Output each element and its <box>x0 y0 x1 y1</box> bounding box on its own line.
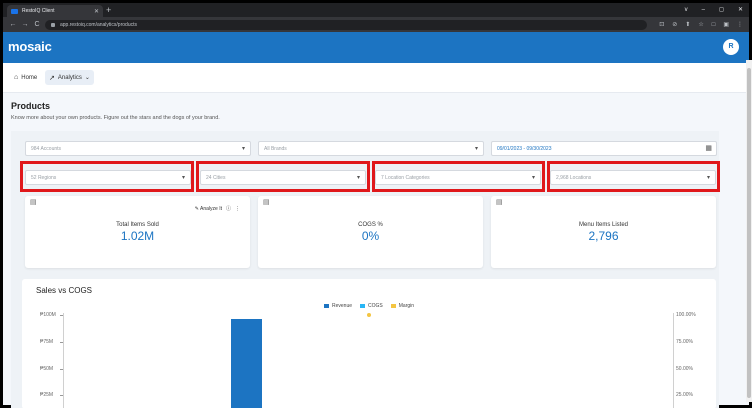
chevron-down-icon: ▾ <box>241 146 245 152</box>
browser-tab[interactable]: RestoIQ Client ✕ <box>7 5 103 17</box>
url-text: app.restoiq.com/analytics/products <box>60 22 137 28</box>
bookmark-star-icon[interactable]: ☆ <box>698 20 703 30</box>
y-tick-right: 100.00% <box>676 312 696 318</box>
page-scrollbar[interactable] <box>746 60 752 402</box>
legend-swatch <box>390 304 396 308</box>
side-panel-icon[interactable]: □ <box>712 20 716 30</box>
legend-label: Margin <box>398 303 415 309</box>
accounts-select[interactable]: 984 Accounts ▾ <box>25 141 251 156</box>
maximize-button[interactable]: ◻ <box>719 4 724 16</box>
reload-button[interactable]: C <box>31 21 43 28</box>
y-tick-left: ₱100M <box>40 312 56 318</box>
address-bar[interactable]: app.restoiq.com/analytics/products <box>45 20 647 30</box>
highlight-location-categories <box>372 161 545 192</box>
kpi-card-total-items: ▤ ✎ Analyze It ⓘ ⋮ Total Items Sold 1.02… <box>25 196 250 268</box>
y-tick-right: 25.00% <box>676 392 693 398</box>
margin-point <box>367 313 371 317</box>
revenue-bar[interactable] <box>231 319 262 408</box>
highlight-regions <box>20 161 194 192</box>
favicon-icon <box>11 8 18 14</box>
app-logo[interactable]: mosaic <box>8 39 52 54</box>
document-icon: ▤ <box>263 199 270 206</box>
nav-analytics-label: Analytics <box>57 74 82 81</box>
tab-strip: RestoIQ Client ✕ + v – ◻ ✕ <box>3 3 749 17</box>
nav-analytics[interactable]: ↗ Analytics ⌄ <box>45 70 94 85</box>
window-controls: v – ◻ ✕ <box>685 4 743 16</box>
kpi-card-cogs: ▤ COGS % 0% <box>258 196 483 268</box>
highlight-locations <box>547 161 720 192</box>
document-icon: ▤ <box>30 199 37 206</box>
y-axis-right <box>673 313 674 408</box>
toolbar-icons: ⊡ ⊘ ⬆ ☆ □ ▣ ⋮ <box>659 20 743 30</box>
tab-title: RestoIQ Client <box>22 8 55 14</box>
close-window-button[interactable]: ✕ <box>738 4 743 16</box>
browser-toolbar: ← → C app.restoiq.com/analytics/products… <box>3 17 749 32</box>
page-title: Products <box>11 101 51 111</box>
analyze-controls: ✎ Analyze It ⓘ ⋮ <box>195 205 240 213</box>
legend-swatch <box>360 304 366 308</box>
kpi-label: COGS % <box>358 222 383 228</box>
legend-label: Revenue <box>332 303 353 309</box>
y-tick-right: 50.00% <box>676 366 693 372</box>
brands-placeholder: All Brands <box>264 145 287 152</box>
nav-home-label: Home <box>21 74 38 81</box>
sales-vs-cogs-chart: Sales vs COGS Revenue COGS Margin ₱100M … <box>22 279 716 408</box>
date-range-value: 09/01/2023 - 09/30/2023 <box>497 145 552 152</box>
info-icon[interactable]: ⓘ <box>226 205 231 212</box>
legend-label: COGS <box>368 303 383 309</box>
legend-item-revenue[interactable]: Revenue <box>324 303 352 309</box>
accounts-placeholder: 984 Accounts <box>31 145 62 152</box>
scrollbar-thumb[interactable] <box>747 68 751 398</box>
date-range-input[interactable]: 09/01/2023 - 09/30/2023 ▦ <box>491 141 717 156</box>
trend-icon: ↗ <box>49 74 55 82</box>
highlight-cities <box>196 161 370 192</box>
new-tab-button[interactable]: + <box>106 5 111 15</box>
main-nav: ⌂ Home ↗ Analytics ⌄ <box>3 63 749 93</box>
kpi-label: Menu Items Listed <box>578 222 629 228</box>
document-icon: ▤ <box>496 199 503 206</box>
chart-title: Sales vs COGS <box>36 286 93 295</box>
app-header: mosaic R <box>3 32 749 63</box>
kpi-value: 2,796 <box>588 229 619 243</box>
legend-item-margin[interactable]: Margin <box>390 303 415 309</box>
calendar-icon: ▦ <box>705 145 712 152</box>
close-tab-icon[interactable]: ✕ <box>94 8 99 15</box>
y-tick-left: ₱50M <box>40 366 54 372</box>
chevron-down-icon: ▾ <box>474 146 478 152</box>
y-tick-left: ₱75M <box>40 339 54 345</box>
chevron-down-icon: ⌄ <box>84 75 90 81</box>
share-icon[interactable]: ⬆ <box>685 20 690 30</box>
more-vert-icon[interactable]: ⋮ <box>235 206 240 212</box>
page-subtitle: Know more about your own products. Figur… <box>11 115 220 121</box>
home-icon: ⌂ <box>14 74 19 81</box>
chart-legend: Revenue COGS Margin <box>324 303 414 309</box>
nav-home[interactable]: ⌂ Home <box>10 70 41 85</box>
kpi-card-menu-items: ▤ Menu Items Listed 2,796 <box>491 196 716 268</box>
legend-swatch <box>324 304 329 308</box>
y-axis-left <box>63 313 64 408</box>
install-icon[interactable]: ⊡ <box>659 20 664 30</box>
kpi-value: 1.02M <box>120 229 155 243</box>
legend-item-cogs[interactable]: COGS <box>360 303 383 309</box>
avatar[interactable]: R <box>723 39 739 55</box>
kpi-value: 0% <box>361 229 380 243</box>
brands-select[interactable]: All Brands ▾ <box>258 141 484 156</box>
back-button[interactable]: ← <box>7 21 19 28</box>
extension-icon[interactable]: ▣ <box>723 20 729 30</box>
tab-search-button[interactable]: v <box>685 4 688 16</box>
analyze-it-label: Analyze It <box>200 205 222 212</box>
block-icon[interactable]: ⊘ <box>672 20 677 30</box>
kpi-label: Total Items Sold <box>116 222 159 228</box>
y-tick-right: 75.00% <box>676 339 693 345</box>
y-tick-left: ₱25M <box>40 392 54 398</box>
forward-button[interactable]: → <box>19 21 31 28</box>
minimize-button[interactable]: – <box>702 4 705 16</box>
lock-icon <box>51 23 55 27</box>
menu-kebab-icon[interactable]: ⋮ <box>737 20 743 30</box>
analyze-it-button[interactable]: ✎ Analyze It <box>195 206 222 212</box>
